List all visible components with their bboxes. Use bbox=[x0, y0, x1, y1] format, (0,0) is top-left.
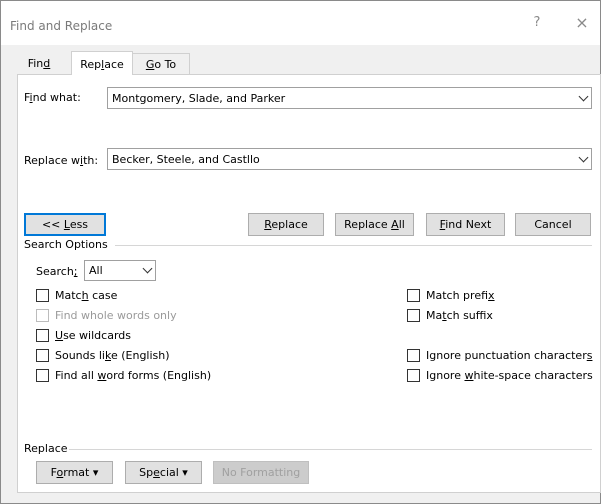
find-what-combobox[interactable]: Montgomery, Slade, and Parker bbox=[107, 87, 592, 109]
less-button[interactable]: << Less bbox=[24, 213, 106, 236]
match-prefix-label: Match prefix bbox=[426, 289, 495, 302]
chevron-down-icon bbox=[142, 263, 152, 274]
find-all-word-forms-label: Find all word forms (English) bbox=[55, 369, 212, 382]
ignore-white-space-label: Ignore white-space characters bbox=[426, 369, 593, 382]
match-suffix-label: Match suffix bbox=[426, 309, 493, 322]
ignore-punctuation-checkbox[interactable] bbox=[407, 349, 420, 362]
match-case-label: Match case bbox=[55, 289, 118, 302]
find-what-value: Montgomery, Slade, and Parker bbox=[112, 92, 286, 105]
replace-button[interactable]: Replace bbox=[248, 213, 324, 236]
search-direction-dropdown-arrow[interactable] bbox=[138, 261, 155, 280]
find-what-dropdown-arrow[interactable] bbox=[574, 88, 591, 108]
replace-with-dropdown-arrow[interactable] bbox=[574, 149, 591, 169]
replace-with-value: Becker, Steele, and Castllo bbox=[112, 153, 260, 166]
replace-all-button[interactable]: Replace All bbox=[335, 213, 414, 236]
search-direction-label: Search; bbox=[36, 265, 78, 278]
find-next-button[interactable]: Find Next bbox=[426, 213, 505, 236]
replace-panel bbox=[17, 74, 601, 493]
find-whole-words-label: Find whole words only bbox=[55, 309, 177, 322]
find-all-word-forms-checkbox[interactable] bbox=[36, 369, 49, 382]
match-suffix-checkbox[interactable] bbox=[407, 309, 420, 322]
cancel-button[interactable]: Cancel bbox=[515, 213, 591, 236]
search-direction-select[interactable]: All bbox=[84, 260, 156, 281]
close-button[interactable]: × bbox=[574, 13, 590, 32]
tab-find[interactable]: Find bbox=[24, 53, 54, 75]
chevron-down-icon bbox=[578, 91, 588, 101]
search-direction-value: All bbox=[89, 264, 103, 277]
match-case-checkbox[interactable] bbox=[36, 289, 49, 302]
use-wildcards-label: Use wildcards bbox=[55, 329, 131, 342]
search-options-divider bbox=[115, 245, 592, 246]
find-what-label: Find what: bbox=[24, 91, 81, 104]
tab-go-to[interactable]: Go To bbox=[133, 53, 190, 75]
chevron-down-icon bbox=[578, 152, 588, 162]
special-button[interactable]: Special ▾ bbox=[125, 461, 202, 484]
replace-with-combobox[interactable]: Becker, Steele, and Castllo bbox=[107, 148, 592, 170]
ignore-punctuation-label: Ignore punctuation characters bbox=[426, 349, 593, 362]
dialog-title: Find and Replace bbox=[10, 19, 113, 33]
no-formatting-button[interactable]: No Formatting bbox=[213, 461, 309, 484]
title-bar: Find and Replace ? × bbox=[1, 1, 600, 45]
sounds-like-label: Sounds like (English) bbox=[55, 349, 170, 362]
ignore-white-space-checkbox[interactable] bbox=[407, 369, 420, 382]
help-button[interactable]: ? bbox=[529, 15, 545, 30]
search-options-title: Search Options bbox=[24, 238, 108, 251]
find-whole-words-checkbox[interactable] bbox=[36, 309, 49, 322]
match-prefix-checkbox[interactable] bbox=[407, 289, 420, 302]
tab-replace[interactable]: Replace bbox=[71, 51, 133, 75]
format-button[interactable]: Format ▾ bbox=[36, 461, 113, 484]
replace-section-divider bbox=[69, 449, 592, 450]
find-replace-dialog: Find and Replace ? × Find Replace Go To … bbox=[0, 0, 601, 504]
replace-with-label: Replace with: bbox=[24, 154, 99, 167]
sounds-like-checkbox[interactable] bbox=[36, 349, 49, 362]
use-wildcards-checkbox[interactable] bbox=[36, 329, 49, 342]
replace-section-title: Replace bbox=[24, 442, 68, 455]
